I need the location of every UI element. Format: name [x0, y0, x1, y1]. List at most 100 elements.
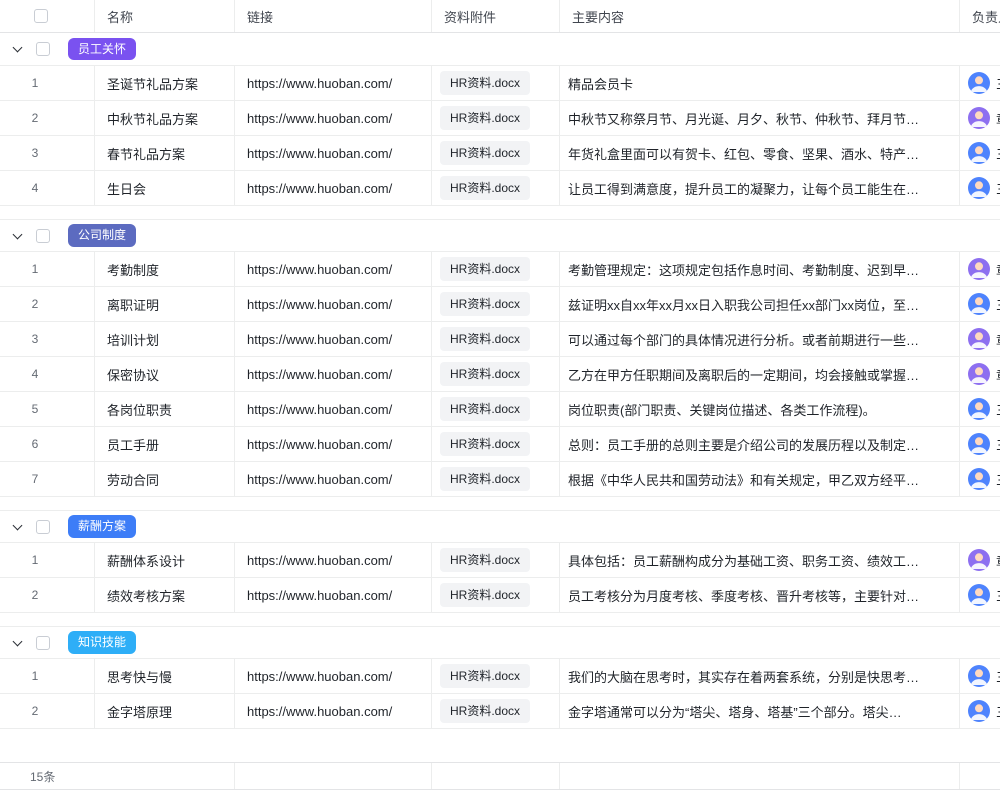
link-cell[interactable]: https://www.huoban.com/: [235, 171, 432, 205]
link-cell[interactable]: https://www.huoban.com/: [235, 694, 432, 728]
content-cell[interactable]: 让员工得到满意度，提升员工的凝聚力，让每个员工能生在…: [560, 171, 960, 205]
group-checkbox[interactable]: [36, 229, 50, 243]
name-cell[interactable]: 中秋节礼品方案: [95, 101, 235, 135]
attachment-cell[interactable]: HR资料.docx: [432, 322, 560, 356]
link-cell[interactable]: https://www.huoban.com/: [235, 252, 432, 286]
content-cell[interactable]: 乙方在甲方任职期间及离职后的一定期间，均会接触或掌握…: [560, 357, 960, 391]
owner-cell[interactable]: 三: [960, 462, 1000, 496]
link-cell[interactable]: https://www.huoban.com/: [235, 66, 432, 100]
link-cell[interactable]: https://www.huoban.com/: [235, 543, 432, 577]
attachment-pill[interactable]: HR资料.docx: [440, 397, 530, 421]
column-header-content[interactable]: 主要内容: [560, 0, 960, 32]
link-cell[interactable]: https://www.huoban.com/: [235, 136, 432, 170]
name-cell[interactable]: 离职证明: [95, 287, 235, 321]
attachment-pill[interactable]: HR资料.docx: [440, 257, 530, 281]
content-cell[interactable]: 根据《中华人民共和国劳动法》和有关规定，甲乙双方经平…: [560, 462, 960, 496]
link-cell[interactable]: https://www.huoban.com/: [235, 462, 432, 496]
chevron-down-icon[interactable]: [13, 522, 23, 532]
owner-cell[interactable]: 章: [960, 252, 1000, 286]
attachment-pill[interactable]: HR资料.docx: [440, 548, 530, 572]
name-cell[interactable]: 各岗位职责: [95, 392, 235, 426]
content-cell[interactable]: 我们的大脑在思考时，其实存在着两套系统，分别是快思考…: [560, 659, 960, 693]
link-cell[interactable]: https://www.huoban.com/: [235, 578, 432, 612]
attachment-cell[interactable]: HR资料.docx: [432, 427, 560, 461]
group-checkbox[interactable]: [36, 520, 50, 534]
attachment-pill[interactable]: HR资料.docx: [440, 141, 530, 165]
content-cell[interactable]: 具体包括：员工薪酬构成分为基础工资、职务工资、绩效工…: [560, 543, 960, 577]
owner-cell[interactable]: 章: [960, 101, 1000, 135]
attachment-pill[interactable]: HR资料.docx: [440, 699, 530, 723]
content-cell[interactable]: 中秋节又称祭月节、月光诞、月夕、秋节、仲秋节、拜月节…: [560, 101, 960, 135]
group-badge[interactable]: 员工关怀: [68, 38, 136, 60]
owner-cell[interactable]: 三: [960, 66, 1000, 100]
attachment-cell[interactable]: HR资料.docx: [432, 101, 560, 135]
attachment-pill[interactable]: HR资料.docx: [440, 71, 530, 95]
attachment-pill[interactable]: HR资料.docx: [440, 664, 530, 688]
group-checkbox[interactable]: [36, 42, 50, 56]
link-cell[interactable]: https://www.huoban.com/: [235, 427, 432, 461]
link-cell[interactable]: https://www.huoban.com/: [235, 322, 432, 356]
name-cell[interactable]: 春节礼品方案: [95, 136, 235, 170]
name-cell[interactable]: 保密协议: [95, 357, 235, 391]
attachment-cell[interactable]: HR资料.docx: [432, 659, 560, 693]
link-cell[interactable]: https://www.huoban.com/: [235, 101, 432, 135]
attachment-cell[interactable]: HR资料.docx: [432, 171, 560, 205]
column-header-name[interactable]: 名称: [95, 0, 235, 32]
attachment-pill[interactable]: HR资料.docx: [440, 106, 530, 130]
link-cell[interactable]: https://www.huoban.com/: [235, 287, 432, 321]
chevron-down-icon[interactable]: [13, 44, 23, 54]
content-cell[interactable]: 金字塔通常可以分为“塔尖、塔身、塔基”三个部分。塔尖…: [560, 694, 960, 728]
column-header-link[interactable]: 链接: [235, 0, 432, 32]
name-cell[interactable]: 绩效考核方案: [95, 578, 235, 612]
owner-cell[interactable]: 三: [960, 578, 1000, 612]
attachment-cell[interactable]: HR资料.docx: [432, 357, 560, 391]
attachment-cell[interactable]: HR资料.docx: [432, 578, 560, 612]
content-cell[interactable]: 总则：员工手册的总则主要是介绍公司的发展历程以及制定…: [560, 427, 960, 461]
owner-cell[interactable]: 三: [960, 171, 1000, 205]
column-header-attachment[interactable]: 资料附件: [432, 0, 560, 32]
attachment-pill[interactable]: HR资料.docx: [440, 292, 530, 316]
name-cell[interactable]: 圣诞节礼品方案: [95, 66, 235, 100]
owner-cell[interactable]: 三: [960, 427, 1000, 461]
group-checkbox[interactable]: [36, 636, 50, 650]
attachment-pill[interactable]: HR资料.docx: [440, 432, 530, 456]
name-cell[interactable]: 考勤制度: [95, 252, 235, 286]
name-cell[interactable]: 员工手册: [95, 427, 235, 461]
name-cell[interactable]: 薪酬体系设计: [95, 543, 235, 577]
content-cell[interactable]: 精品会员卡: [560, 66, 960, 100]
owner-cell[interactable]: 章: [960, 322, 1000, 356]
attachment-cell[interactable]: HR资料.docx: [432, 66, 560, 100]
name-cell[interactable]: 思考快与慢: [95, 659, 235, 693]
name-cell[interactable]: 金字塔原理: [95, 694, 235, 728]
attachment-cell[interactable]: HR资料.docx: [432, 392, 560, 426]
attachment-pill[interactable]: HR资料.docx: [440, 362, 530, 386]
owner-cell[interactable]: 三: [960, 694, 1000, 728]
owner-cell[interactable]: 章: [960, 543, 1000, 577]
select-all-checkbox[interactable]: [34, 9, 48, 23]
content-cell[interactable]: 考勤管理规定：这项规定包括作息时间、考勤制度、迟到早…: [560, 252, 960, 286]
attachment-pill[interactable]: HR资料.docx: [440, 467, 530, 491]
owner-cell[interactable]: 三: [960, 392, 1000, 426]
attachment-pill[interactable]: HR资料.docx: [440, 176, 530, 200]
content-cell[interactable]: 可以通过每个部门的具体情况进行分析。或者前期进行一些…: [560, 322, 960, 356]
attachment-cell[interactable]: HR资料.docx: [432, 694, 560, 728]
attachment-cell[interactable]: HR资料.docx: [432, 136, 560, 170]
content-cell[interactable]: 员工考核分为月度考核、季度考核、晋升考核等，主要针对…: [560, 578, 960, 612]
attachment-pill[interactable]: HR资料.docx: [440, 327, 530, 351]
attachment-cell[interactable]: HR资料.docx: [432, 543, 560, 577]
attachment-cell[interactable]: HR资料.docx: [432, 462, 560, 496]
group-badge[interactable]: 薪酬方案: [68, 515, 136, 537]
attachment-cell[interactable]: HR资料.docx: [432, 252, 560, 286]
content-cell[interactable]: 岗位职责(部门职责、关键岗位描述、各类工作流程)。: [560, 392, 960, 426]
link-cell[interactable]: https://www.huoban.com/: [235, 392, 432, 426]
owner-cell[interactable]: 章: [960, 357, 1000, 391]
owner-cell[interactable]: 三: [960, 287, 1000, 321]
attachment-pill[interactable]: HR资料.docx: [440, 583, 530, 607]
group-badge[interactable]: 公司制度: [68, 224, 136, 246]
link-cell[interactable]: https://www.huoban.com/: [235, 357, 432, 391]
content-cell[interactable]: 兹证明xx自xx年xx月xx日入职我公司担任xx部门xx岗位，至…: [560, 287, 960, 321]
owner-cell[interactable]: 三: [960, 136, 1000, 170]
name-cell[interactable]: 劳动合同: [95, 462, 235, 496]
name-cell[interactable]: 生日会: [95, 171, 235, 205]
name-cell[interactable]: 培训计划: [95, 322, 235, 356]
